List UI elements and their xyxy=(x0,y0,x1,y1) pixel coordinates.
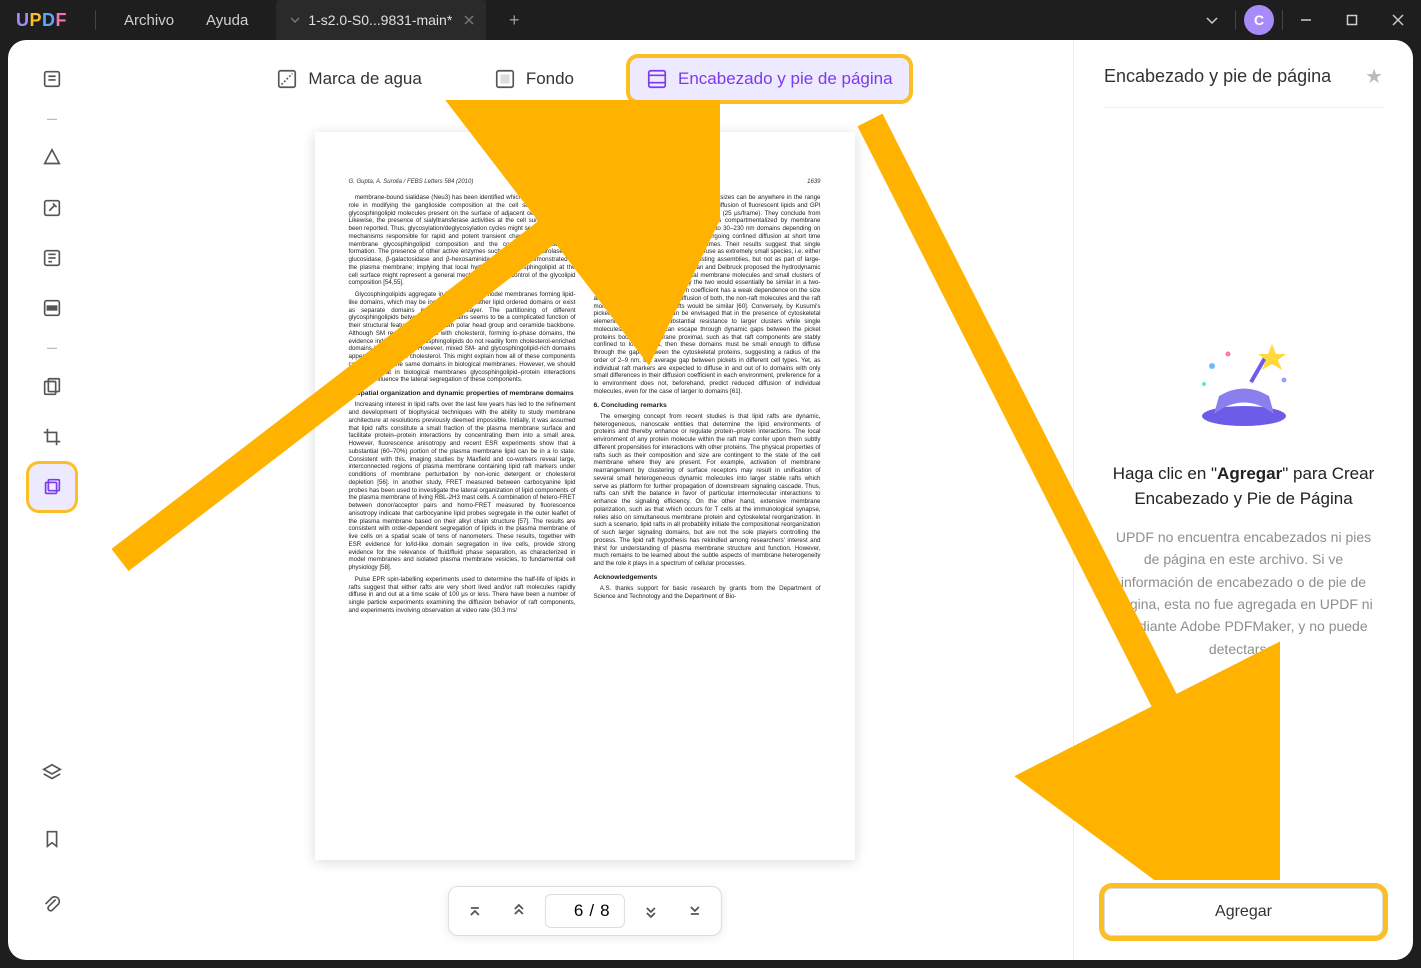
crop-tool[interactable] xyxy=(29,414,75,460)
app-logo: UPDF xyxy=(0,10,83,31)
comment-tool[interactable] xyxy=(29,135,75,181)
page-separator: / xyxy=(589,901,594,921)
left-toolbar: – – xyxy=(8,40,96,960)
doc-section: 6. Concluding remarks xyxy=(594,402,821,410)
background-icon xyxy=(494,68,516,90)
background-button[interactable]: Fondo xyxy=(478,58,590,100)
first-page-button[interactable] xyxy=(456,893,492,929)
edit-tool[interactable] xyxy=(29,185,75,231)
header-footer-icon xyxy=(646,68,668,90)
menu-ayuda[interactable]: Ayuda xyxy=(190,12,264,29)
doc-text: Increasing interest in lipid rafts over … xyxy=(349,401,576,572)
new-tab-button[interactable]: + xyxy=(498,4,530,36)
tab-close-icon[interactable] xyxy=(460,11,478,29)
wizard-illustration xyxy=(1184,336,1304,441)
tool-separator: – xyxy=(47,108,57,129)
pdf-page: Fecha creación: 05/01/2024 G. Gupta, A. … xyxy=(315,132,855,860)
dropdown-icon[interactable] xyxy=(1189,0,1235,40)
page-number-input[interactable] xyxy=(559,901,583,921)
doc-text: Glycosphingolipids aggregate in biologic… xyxy=(349,291,576,384)
ocr-tool[interactable] xyxy=(29,235,75,281)
watermark-icon xyxy=(276,68,298,90)
layers-icon[interactable] xyxy=(29,750,75,796)
minimize-button[interactable] xyxy=(1283,0,1329,40)
doc-text: frame) of different groups suggest that … xyxy=(594,194,821,396)
header-footer-button[interactable]: Encabezado y pie de página xyxy=(630,58,909,100)
page-total: 8 xyxy=(600,901,609,921)
doc-section: Acknowledgements xyxy=(594,574,821,582)
document-tab[interactable]: 1-s2.0-S0...9831-main* xyxy=(276,0,486,40)
watermark-button[interactable]: Marca de agua xyxy=(260,58,437,100)
reader-tool[interactable] xyxy=(29,56,75,102)
menu-archivo[interactable]: Archivo xyxy=(108,12,190,29)
watermark-label: Marca de agua xyxy=(308,69,421,89)
tab-title: 1-s2.0-S0...9831-main* xyxy=(308,12,452,28)
tool-separator: – xyxy=(47,337,57,358)
panel-message: Haga clic en "Agregar" para Crear Encabe… xyxy=(1108,461,1379,512)
panel-title: Encabezado y pie de página xyxy=(1104,66,1331,87)
bookmark-icon[interactable] xyxy=(29,816,75,862)
favorite-icon[interactable]: ★ xyxy=(1365,64,1383,89)
last-page-button[interactable] xyxy=(677,893,713,929)
organize-tool[interactable] xyxy=(29,364,75,410)
attachment-icon[interactable] xyxy=(29,882,75,928)
page-tools[interactable] xyxy=(29,464,75,510)
doc-text: Pulse EPR spin-labelling experiments use… xyxy=(349,576,576,615)
page-meta-left: G. Gupta, A. Surolia / FEBS Letters 584 … xyxy=(349,179,474,187)
header-footer-panel: Encabezado y pie de página ★ Haga clic e… xyxy=(1073,40,1413,960)
page-navigation: / 8 xyxy=(447,886,721,936)
document-viewport[interactable]: Fecha creación: 05/01/2024 G. Gupta, A. … xyxy=(96,112,1073,960)
prev-page-button[interactable] xyxy=(500,893,536,929)
user-avatar[interactable]: C xyxy=(1244,5,1274,35)
add-button[interactable]: Agregar xyxy=(1104,888,1383,936)
header-footer-label: Encabezado y pie de página xyxy=(678,69,893,89)
doc-text: A.S. thanks support for basic research b… xyxy=(594,585,821,601)
next-page-button[interactable] xyxy=(633,893,669,929)
background-label: Fondo xyxy=(526,69,574,89)
page-meta-right: 1639 xyxy=(807,179,820,187)
panel-subtext: UPDF no encuentra encabezados ni pies de… xyxy=(1108,526,1379,660)
page-tools-toolbar: Marca de agua Fondo Encabezado y pie de … xyxy=(96,40,1073,112)
doc-text: The emerging concept from recent studies… xyxy=(594,413,821,568)
redact-tool[interactable] xyxy=(29,285,75,331)
maximize-button[interactable] xyxy=(1329,0,1375,40)
page-date: Fecha creación: 05/01/2024 xyxy=(349,156,821,169)
doc-section: 5. Spatial organization and dynamic prop… xyxy=(349,390,576,398)
tab-dropdown-icon[interactable] xyxy=(290,15,300,25)
close-button[interactable] xyxy=(1375,0,1421,40)
doc-text: membrane-bound sialidase (Neu3) has been… xyxy=(349,194,576,287)
